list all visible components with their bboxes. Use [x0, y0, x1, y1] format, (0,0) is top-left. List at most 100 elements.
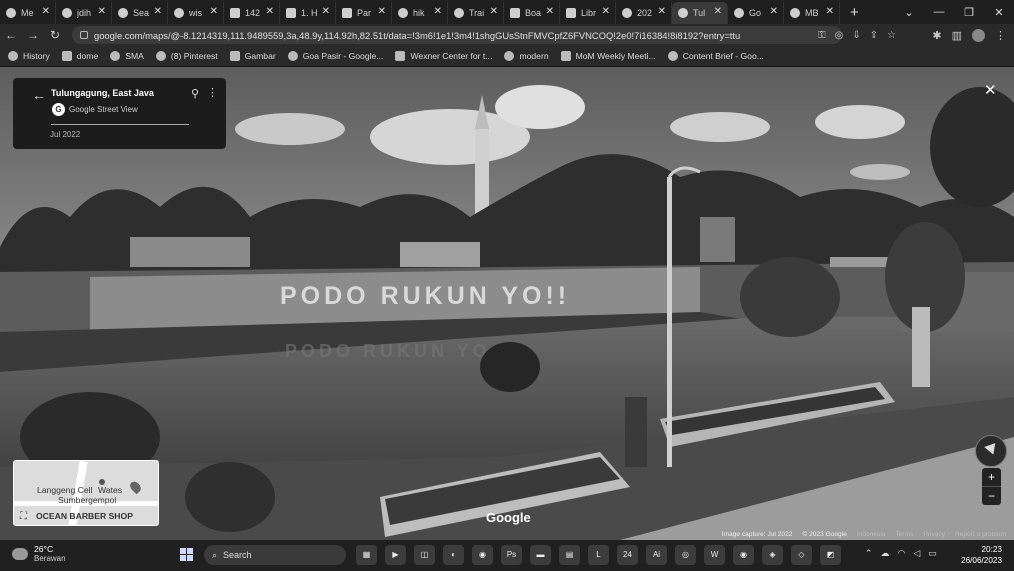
edge-icon[interactable]: ◐	[443, 545, 464, 565]
chevron-up-icon[interactable]: ⌃	[865, 548, 873, 559]
close-tab-icon[interactable]: ✕	[98, 6, 106, 17]
wifi-icon[interactable]: ◠	[898, 548, 906, 559]
onedrive-icon[interactable]: ☁	[881, 548, 890, 559]
key-icon[interactable]: ⚿	[818, 30, 826, 41]
browser-tab[interactable]: jdih ✕	[56, 2, 112, 24]
weather-widget[interactable]: 26°C Berawan	[12, 544, 66, 563]
browser-tab[interactable]: 142 ✕	[224, 2, 280, 24]
browser-tab[interactable]: Libr ✕	[560, 2, 616, 24]
close-tab-icon[interactable]: ✕	[434, 6, 442, 17]
browser-tab[interactable]: Go ✕	[728, 2, 784, 24]
close-tab-icon[interactable]: ✕	[546, 6, 554, 17]
browser-tab[interactable]: Sea ✕	[112, 2, 168, 24]
word-icon[interactable]: W	[704, 545, 725, 565]
bookmark-item[interactable]: Gambar	[229, 51, 276, 61]
tab-search-icon[interactable]: ⌄	[894, 6, 924, 19]
app-icon[interactable]: ◫	[414, 545, 435, 565]
more-options-icon[interactable]: ⋮	[207, 86, 218, 99]
profile-avatar[interactable]	[972, 28, 985, 42]
country-label[interactable]: Indonesia	[857, 531, 886, 538]
bookmark-item[interactable]: modern	[504, 51, 549, 61]
close-tab-icon[interactable]: ✕	[42, 6, 50, 17]
spotify-icon[interactable]: ◉	[472, 545, 493, 565]
clock[interactable]: 20:23 26/06/2023	[961, 544, 1002, 566]
bookmark-item[interactable]: Content Brief - Goo...	[667, 51, 764, 61]
minimize-button[interactable]: —	[924, 6, 954, 18]
capture-date[interactable]: Jul 2022	[50, 130, 80, 139]
browser-tab[interactable]: MB ✕	[784, 2, 840, 24]
bookmark-item[interactable]: dome	[61, 51, 98, 61]
start-button[interactable]	[180, 548, 193, 561]
new-tab-button[interactable]: +	[850, 4, 859, 21]
video-call-icon[interactable]: ▶	[385, 545, 406, 565]
browser-tab[interactable]: Boa ✕	[504, 2, 560, 24]
extensions-icon[interactable]: ✱	[932, 29, 941, 42]
restore-button[interactable]: ❐	[954, 6, 984, 19]
close-tab-icon[interactable]: ✕	[658, 6, 666, 17]
bookmark-item[interactable]: History	[8, 51, 50, 61]
side-panel-icon[interactable]: ▥	[952, 29, 962, 42]
folder-icon[interactable]: ▬	[530, 545, 551, 565]
close-tab-icon[interactable]: ✕	[714, 6, 722, 17]
chrome-alt-icon[interactable]: ◎	[675, 545, 696, 565]
close-tab-icon[interactable]: ✕	[602, 6, 610, 17]
calculator-icon[interactable]: ▤	[559, 545, 580, 565]
close-tab-icon[interactable]: ✕	[266, 6, 274, 17]
menu-icon[interactable]: ⋮	[995, 29, 1006, 42]
app-icon[interactable]: ◇	[791, 545, 812, 565]
reload-icon[interactable]: ↻	[44, 28, 66, 42]
share-icon[interactable]: ⇪	[870, 30, 878, 41]
app-icon[interactable]: ◈	[762, 545, 783, 565]
close-tab-icon[interactable]: ✕	[378, 6, 386, 17]
privacy-link[interactable]: Privacy	[923, 531, 945, 538]
compass-control[interactable]	[975, 435, 1007, 467]
illustrator-icon[interactable]: Ai	[646, 545, 667, 565]
close-tab-icon[interactable]: ✕	[154, 6, 162, 17]
back-arrow-icon[interactable]: ←	[32, 87, 46, 103]
close-tab-icon[interactable]: ✕	[490, 6, 498, 17]
install-icon[interactable]: ⇩	[852, 30, 860, 41]
close-street-view-icon[interactable]: ✕	[984, 81, 997, 99]
whatsapp-icon[interactable]: 24	[617, 545, 638, 565]
close-tab-icon[interactable]: ✕	[770, 6, 778, 17]
browser-tab[interactable]: wis ✕	[168, 2, 224, 24]
volume-icon[interactable]: ◁	[913, 548, 920, 559]
google-lens-icon[interactable]: ◎	[835, 30, 844, 41]
bookmark-item[interactable]: (8) Pinterest	[155, 51, 218, 61]
expand-map-icon[interactable]: ⛶	[20, 511, 27, 522]
image-editor-icon[interactable]: ◩	[820, 545, 841, 565]
back-icon[interactable]: ←	[0, 28, 22, 42]
url-field[interactable]: google.com/maps/@-8.1214319,111.9489559,…	[72, 26, 842, 44]
report-problem-link[interactable]: Report a problem	[955, 531, 1006, 538]
bookmark-item[interactable]: Wexner Center for t...	[395, 51, 492, 61]
terms-link[interactable]: Terms	[895, 531, 913, 538]
location-pin-icon[interactable]: ⚲	[191, 87, 199, 100]
bookmark-item[interactable]: SMA	[110, 51, 144, 61]
bookmark-star-icon[interactable]: ☆	[887, 30, 896, 41]
browser-tab[interactable]: Par ✕	[336, 2, 392, 24]
wordpress-icon	[504, 51, 515, 61]
browser-tab[interactable]: 1. H ✕	[280, 2, 336, 24]
forward-icon[interactable]: →	[22, 28, 44, 42]
close-tab-icon[interactable]: ✕	[322, 6, 330, 17]
battery-icon[interactable]: ▭	[928, 548, 937, 559]
photoshop-icon[interactable]: Ps	[501, 545, 522, 565]
browser-tab[interactable]: Trai ✕	[448, 2, 504, 24]
bookmark-item[interactable]: MoM Weekly Meeti...	[560, 51, 656, 61]
zoom-out-button[interactable]: −	[982, 487, 1001, 505]
close-tab-icon[interactable]: ✕	[826, 6, 834, 17]
taskbar-search[interactable]: ⌕ Search	[204, 545, 346, 565]
browser-tab[interactable]: 202 ✕	[616, 2, 672, 24]
file-explorer-icon[interactable]: ▦	[356, 545, 377, 565]
browser-tab[interactable]: hik ✕	[392, 2, 448, 24]
map-label: Langgeng Cell	[37, 485, 93, 495]
bookmark-item[interactable]: Goa Pasir - Google...	[287, 51, 383, 61]
app-l-icon[interactable]: L	[588, 545, 609, 565]
close-window-button[interactable]: ✕	[984, 6, 1014, 19]
chrome-icon[interactable]: ◉	[733, 545, 754, 565]
browser-tab-active[interactable]: Tul ✕	[672, 2, 728, 24]
zoom-in-button[interactable]: +	[982, 468, 1001, 486]
browser-tab[interactable]: Me ✕	[0, 2, 56, 24]
close-tab-icon[interactable]: ✕	[210, 6, 218, 17]
minimap[interactable]: Langgeng Cell Sumbergempol Wates OCEAN B…	[13, 460, 159, 526]
